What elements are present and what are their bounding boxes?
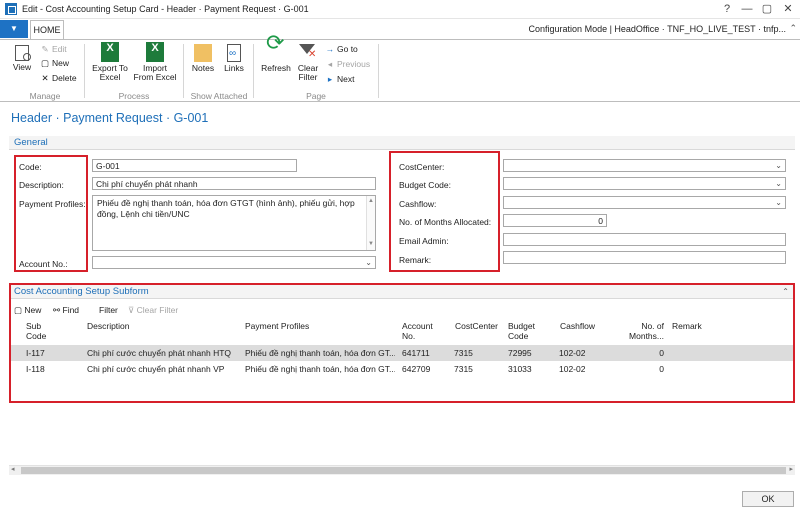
payment-profiles-scrollbar[interactable]: ▲ ▼	[366, 196, 375, 250]
highlight-box-left-labels	[14, 155, 88, 272]
months-allocated-field[interactable]: 0	[503, 214, 607, 227]
pencil-icon: ✎	[41, 44, 49, 54]
excel-import-icon	[146, 42, 164, 62]
scroll-left-icon[interactable]: ◂	[11, 465, 15, 473]
chevron-down-icon: ⌄	[775, 198, 782, 207]
code-field[interactable]: G-001	[92, 159, 297, 172]
view-button[interactable]: View	[8, 42, 36, 72]
links-icon	[227, 44, 241, 62]
new-label: New	[52, 58, 70, 68]
payment-profiles-text: Phiếu đề nghị thanh toán, hóa đơn GTGT (…	[97, 198, 355, 219]
view-label: View	[12, 62, 32, 72]
general-section-title: General	[14, 137, 48, 148]
previous-button[interactable]: ◂ Previous	[325, 59, 370, 70]
app-icon	[5, 3, 17, 15]
notes-button[interactable]: Notes	[189, 42, 217, 73]
clear-filter-icon	[298, 42, 318, 62]
general-section-header[interactable]: General	[9, 136, 795, 150]
maximize-button[interactable]: ▢	[757, 1, 777, 17]
group-label-page: Page	[306, 91, 326, 101]
costcenter-dropdown[interactable]: ⌄	[503, 159, 786, 172]
window-title-bar: Edit - Cost Accounting Setup Card - Head…	[0, 0, 800, 19]
group-label-process: Process	[118, 91, 150, 101]
refresh-label: Refresh	[261, 63, 291, 73]
description-field[interactable]: Chi phí chuyển phát nhanh	[92, 177, 376, 190]
ribbon-separator	[253, 44, 254, 98]
goto-label: Go to	[337, 44, 358, 54]
page-title: Header · Payment Request · G-001	[11, 111, 209, 125]
ribbon-separator	[183, 44, 184, 98]
next-label: Next	[337, 74, 355, 84]
horizontal-scrollbar[interactable]: ◂ ▸	[9, 465, 795, 475]
clear-filter-button[interactable]: Clear Filter	[294, 42, 322, 82]
group-label-show-attached: Show Attached	[190, 91, 248, 101]
close-button[interactable]: ✕	[778, 1, 798, 17]
chevron-down-icon: ⌄	[775, 179, 782, 188]
chevron-down-icon: ⌄	[775, 161, 782, 170]
remark-field[interactable]	[503, 251, 786, 264]
highlight-box-right-labels	[389, 151, 500, 272]
edit-label: Edit	[52, 44, 67, 54]
group-label-manage: Manage	[29, 91, 61, 101]
ribbon: View ✎Edit ▢New ✕Delete Manage Export To…	[0, 38, 800, 102]
notes-icon	[194, 44, 212, 62]
goto-arrow-icon: →	[325, 44, 335, 54]
previous-arrow-icon: ◂	[327, 59, 333, 69]
cashflow-dropdown[interactable]: ⌄	[503, 196, 786, 209]
view-icon	[15, 45, 31, 61]
next-button[interactable]: ▸ Next	[325, 74, 355, 85]
ribbon-separator	[84, 44, 85, 98]
budget-code-dropdown[interactable]: ⌄	[503, 177, 786, 190]
links-button[interactable]: Links	[221, 42, 247, 73]
export-label-2: Excel	[99, 72, 121, 82]
notes-label: Notes	[191, 63, 215, 73]
edit-button[interactable]: ✎ Edit	[40, 44, 67, 55]
chevron-down-icon: ⌄	[365, 258, 372, 267]
new-button[interactable]: ▢ New	[40, 58, 69, 69]
window-title: Edit - Cost Accounting Setup Card - Head…	[22, 4, 309, 14]
account-no-dropdown[interactable]: ⌄	[92, 256, 376, 269]
scroll-right-icon[interactable]: ▸	[789, 465, 793, 473]
links-label: Links	[224, 63, 244, 73]
scrollbar-thumb[interactable]	[21, 467, 786, 474]
import-label-2: From Excel	[133, 72, 177, 82]
previous-label: Previous	[337, 59, 371, 69]
excel-export-icon	[101, 42, 119, 62]
scroll-down-icon[interactable]: ▼	[368, 239, 374, 250]
collapse-ribbon-icon[interactable]: ⌃	[789, 23, 797, 34]
ribbon-tab-row: ▼ HOME Configuration Mode | HeadOffice ·…	[0, 19, 800, 39]
minimize-button[interactable]: —	[737, 1, 757, 17]
scroll-up-icon[interactable]: ▲	[368, 196, 374, 207]
payment-profiles-field[interactable]: Phiếu đề nghị thanh toán, hóa đơn GTGT (…	[92, 195, 376, 251]
delete-x-icon: ✕	[41, 73, 49, 83]
app-menu-button[interactable]: ▼	[0, 20, 28, 38]
highlight-box-subform	[9, 283, 795, 403]
delete-button[interactable]: ✕ Delete	[40, 73, 77, 84]
next-arrow-icon: ▸	[327, 74, 333, 84]
import-from-excel-button[interactable]: Import From Excel	[132, 42, 178, 82]
refresh-button[interactable]: Refresh	[259, 38, 293, 73]
help-button[interactable]: ?	[717, 1, 737, 17]
ok-button[interactable]: OK	[742, 491, 794, 507]
email-admin-field[interactable]	[503, 233, 786, 246]
tab-home[interactable]: HOME	[30, 20, 64, 39]
goto-button[interactable]: → Go to	[325, 44, 358, 55]
export-to-excel-button[interactable]: Export To Excel	[90, 42, 130, 82]
ribbon-separator	[378, 44, 379, 98]
refresh-icon	[266, 38, 286, 62]
configuration-status: Configuration Mode | HeadOffice · TNF_HO…	[528, 24, 786, 34]
new-document-icon: ▢	[40, 58, 50, 68]
delete-label: Delete	[52, 73, 77, 83]
clear-filter-label-2: Filter	[298, 72, 318, 82]
